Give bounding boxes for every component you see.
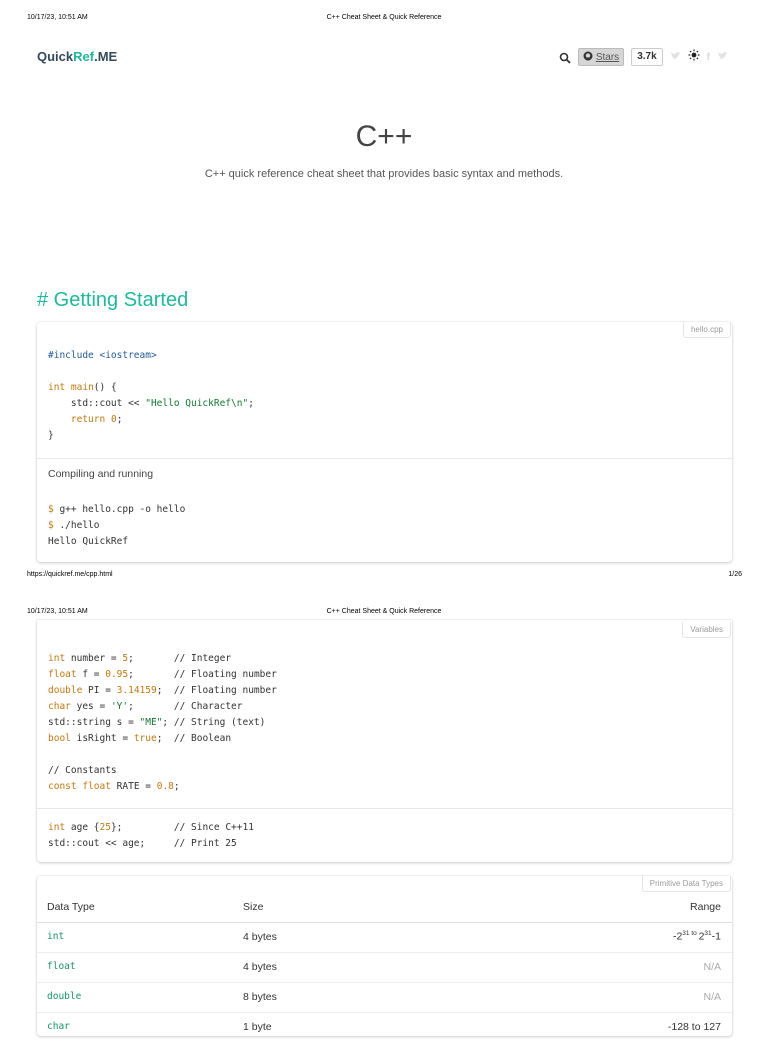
variables-card: Variables int number = 5; // Integer flo…	[37, 620, 732, 862]
card-tag-primitive: Primitive Data Types	[641, 876, 731, 892]
cell-range: N/A	[703, 961, 721, 973]
github-stars-button[interactable]: Stars	[577, 48, 625, 66]
stars-count[interactable]: 3.7k	[631, 48, 663, 66]
header-size: Size	[243, 901, 264, 913]
hello-code-block: #include <iostream> int main() { std::co…	[48, 350, 254, 441]
twitter-icon[interactable]	[670, 51, 681, 64]
header-data-type: Data Type	[47, 901, 95, 913]
top-toolbar: Stars 3.7k f	[559, 48, 728, 66]
print-doc-title: C++ Cheat Sheet & Quick Reference	[326, 14, 442, 21]
site-logo[interactable]: QuickRef.ME	[37, 49, 117, 64]
stars-label: Stars	[595, 51, 620, 63]
twitter-share-icon[interactable]	[717, 51, 728, 64]
page-description: C++ quick reference cheat sheet that pro…	[204, 168, 564, 180]
github-icon	[583, 51, 593, 64]
cell-type: float	[47, 961, 76, 972]
search-icon[interactable]	[559, 51, 571, 64]
cell-type: int	[47, 931, 65, 942]
table-row: char 1 byte -128 to 127	[37, 1012, 732, 1042]
primitive-types-card: Primitive Data Types Data Type Size Rang…	[37, 876, 732, 1036]
cell-size: 8 bytes	[243, 991, 277, 1003]
variables-code-block: int number = 5; // Integer float f = 0.9…	[48, 653, 277, 792]
hello-cpp-card: hello.cpp #include <iostream> int main()…	[37, 322, 732, 562]
print-doc-title-2: C++ Cheat Sheet & Quick Reference	[326, 608, 442, 615]
print-page-number: 1/26	[728, 571, 742, 578]
cell-range: -231 to 231-1	[672, 930, 721, 943]
table-header: Data Type Size Range	[37, 892, 732, 923]
facebook-icon[interactable]: f	[707, 52, 710, 63]
theme-toggle-icon[interactable]	[688, 48, 700, 66]
card-tag: hello.cpp	[682, 322, 731, 338]
header-range: Range	[690, 901, 721, 913]
section-heading-getting-started[interactable]: # Getting Started	[37, 289, 188, 312]
cell-size: 4 bytes	[243, 931, 277, 943]
logo-quick: Quick	[37, 49, 74, 64]
brace-init-code-block: int age {25}; // Since C++11 std::cout <…	[48, 822, 254, 849]
print-url: https://quickref.me/cpp.html	[27, 571, 113, 578]
compile-code-block: $ g++ hello.cpp -o hello $ ./hello Hello…	[48, 504, 186, 547]
page-title: C++	[355, 120, 413, 153]
cell-size: 4 bytes	[243, 961, 277, 973]
logo-ref: Ref	[73, 49, 95, 64]
table-row: int 4 bytes -231 to 231-1	[37, 922, 732, 953]
cell-type: char	[47, 1021, 70, 1032]
cell-size: 1 byte	[243, 1021, 272, 1033]
cell-range: -128 to 127	[667, 1021, 721, 1033]
card-tag-variables: Variables	[682, 622, 731, 638]
table-row: float 4 bytes N/A	[37, 952, 732, 983]
cell-range: N/A	[703, 991, 721, 1003]
table-row: double 8 bytes N/A	[37, 982, 732, 1013]
logo-me: .ME	[94, 49, 118, 64]
cell-type: double	[47, 991, 82, 1002]
compile-note: Compiling and running	[48, 468, 154, 480]
